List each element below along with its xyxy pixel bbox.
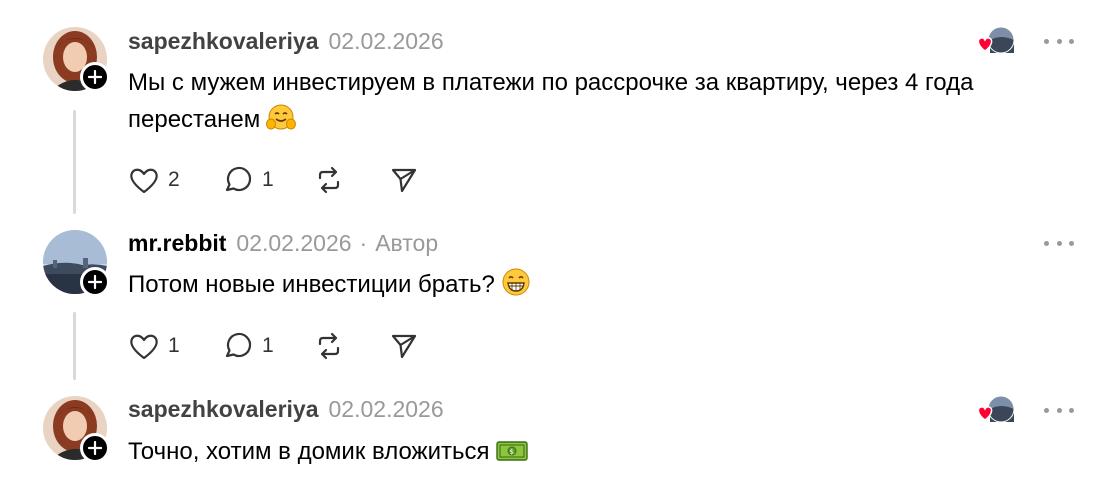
post-date: 02.02.2026 [328,395,444,422]
heart-icon [977,37,993,52]
post-text: Точно, хотим в домик вложиться $ [128,433,1078,475]
username[interactable]: mr.rebbit [128,230,226,257]
post-date: 02.02.2026 [328,27,444,54]
hugging-face-emoji [266,102,297,143]
send-icon [391,168,417,193]
post-text: Потом новые инвестиции брать? [128,266,1078,308]
svg-text:$: $ [509,448,513,456]
repost-button[interactable] [314,164,389,196]
more-options-icon[interactable] [1044,237,1074,249]
repost-button[interactable] [314,330,389,362]
follow-plus-icon[interactable] [80,267,110,297]
liked-by-author-badge [975,394,1017,426]
share-button[interactable] [389,164,419,196]
share-button[interactable] [389,330,419,362]
post-header: sapezhkovaleriya 02.02.2026 [128,26,444,56]
heart-icon [130,334,158,360]
follow-plus-icon[interactable] [80,62,110,92]
reply-button[interactable]: 1 [222,330,314,362]
repost-icon [318,166,340,194]
username[interactable]: sapezhkovaleriya [128,396,319,423]
post-actions: 1 1 [128,330,419,362]
post-date: 02.02.2026 [236,229,352,256]
like-count: 2 [168,168,180,191]
more-options-icon[interactable] [1044,404,1074,416]
reply-count: 1 [262,334,274,357]
post-text: Мы с мужем инвестируем в платежи по расс… [128,64,1078,143]
more-options-icon[interactable] [1044,35,1074,47]
thread-line [73,110,76,214]
heart-icon [977,406,993,421]
dollar-banknote-emoji: $ [495,438,528,475]
like-button[interactable]: 1 [128,330,222,362]
follow-plus-icon[interactable] [80,433,110,463]
like-count: 1 [168,334,180,357]
heart-icon [130,168,158,194]
comment-icon [225,166,252,192]
repost-icon [318,332,340,360]
post-header: sapezhkovaleriya 02.02.2026 [128,394,444,424]
author-label: Автор [375,229,439,256]
username[interactable]: sapezhkovaleriya [128,28,319,55]
send-icon [391,334,417,359]
thread-line [73,312,76,380]
reply-button[interactable]: 1 [222,164,314,196]
liked-by-author-badge [975,25,1017,57]
separator: · [359,229,368,256]
grinning-face-emoji [501,267,531,308]
like-button[interactable]: 2 [128,164,222,196]
post-actions: 2 1 [128,164,419,196]
reply-count: 1 [262,168,274,191]
post-header: mr.rebbit 02.02.2026 · Автор [128,228,438,258]
comment-icon [225,332,252,358]
